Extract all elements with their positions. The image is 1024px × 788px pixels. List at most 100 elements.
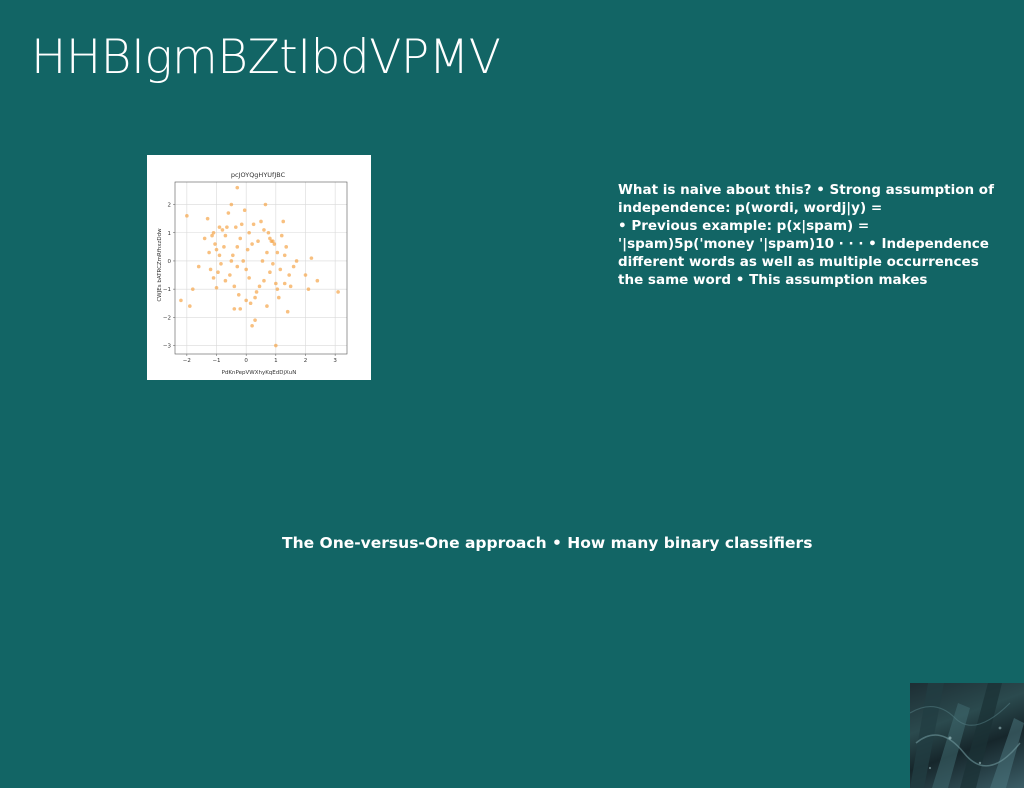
scatter-point (260, 259, 265, 263)
scatter-point (238, 236, 243, 241)
y-tick-label: −1 (163, 287, 171, 293)
scatter-point (188, 304, 192, 308)
scatter-point (265, 250, 269, 255)
scatter-point (278, 267, 283, 272)
scatter-point (211, 230, 216, 235)
scatter-point (235, 245, 240, 249)
scatter-point (265, 304, 269, 308)
scatter-point (259, 219, 263, 224)
scatter-point (232, 307, 237, 311)
scatter-point (214, 285, 219, 290)
scatter-point (196, 264, 201, 269)
scatter-point (288, 284, 293, 289)
scatter-point (303, 273, 308, 277)
body-text: What is naive about this? • Strong assum… (618, 181, 1020, 289)
scatter-point (274, 281, 278, 286)
scatter-point (216, 270, 220, 275)
scatter-point (281, 219, 286, 224)
scatter-point (242, 208, 247, 212)
scatter-point (275, 250, 280, 255)
scatter-point (274, 343, 278, 348)
scatter-point (336, 290, 340, 294)
scatter-point (179, 298, 183, 303)
scatter-point (236, 292, 241, 297)
scatter-point (306, 287, 311, 291)
scatter-point (284, 245, 289, 249)
scatter-point (291, 264, 296, 269)
scatter-point (213, 242, 217, 246)
scatter-point (239, 222, 244, 227)
scatter-point (271, 239, 275, 244)
scatter-point (263, 202, 268, 207)
scatter-point (247, 230, 251, 235)
scatter-point (217, 225, 222, 229)
foliage-photo-art (910, 683, 1024, 788)
scatter-point (207, 250, 211, 255)
scatter-point (214, 247, 219, 252)
scatter-point (220, 228, 225, 232)
x-tick-label: 3 (333, 358, 337, 364)
scatter-point (231, 253, 235, 258)
y-tick-label: 0 (168, 259, 172, 265)
y-tick-label: −3 (163, 344, 172, 350)
scatter-point (285, 309, 290, 314)
scatter-point (282, 253, 287, 258)
scatter-point (232, 284, 237, 289)
slide-caption: The One-versus-One approach • How many b… (282, 534, 813, 552)
scatter-point (235, 185, 240, 190)
scatter-point (226, 211, 231, 215)
scatter-point (282, 281, 287, 286)
scatter-point (241, 259, 246, 263)
body-line: independence: p(wordi, wordj|y) = (618, 200, 883, 216)
scatter-point (235, 264, 240, 269)
scatter-point (268, 270, 272, 275)
scatter-point (250, 324, 254, 328)
scatter-point (262, 278, 266, 283)
x-tick-label: 2 (304, 358, 308, 364)
scatter-point (253, 295, 257, 300)
scatter-point (205, 216, 210, 221)
scatter-point (228, 273, 232, 277)
scatter-point (219, 261, 223, 266)
scatter-point (262, 228, 266, 232)
chart-x-axis-label: PdKnPepVWXhyKqEdDjXuN (222, 370, 297, 376)
scatter-point (275, 287, 280, 291)
scatter-point (244, 298, 248, 303)
scatter-point (185, 214, 189, 218)
scatter-point (279, 233, 284, 238)
scatter-point (244, 267, 248, 272)
scatter-point (247, 276, 251, 280)
scatter-point (223, 278, 228, 283)
scatter-point (248, 301, 253, 306)
scatter-point (245, 247, 250, 252)
scatter-point (315, 278, 320, 283)
scatter-point (208, 267, 213, 272)
scatter-point (266, 230, 271, 235)
scatter-point (238, 307, 243, 311)
scatter-point (233, 225, 238, 229)
body-line: What is naive about this? • Strong assum… (618, 182, 994, 198)
scatter-point (202, 236, 207, 241)
y-tick-label: 1 (168, 231, 172, 237)
scatter-point (217, 253, 222, 258)
x-tick-label: 0 (244, 358, 248, 364)
foliage-photo (910, 683, 1024, 788)
scatter-point (257, 284, 262, 289)
body-line: different words as well as multiple occu… (618, 254, 979, 270)
scatter-point (268, 236, 272, 241)
scatter-point (256, 239, 260, 244)
x-tick-label: −1 (212, 358, 220, 364)
plot-frame (174, 181, 348, 355)
scatter-point (229, 202, 234, 207)
x-tick-label: 1 (274, 358, 278, 364)
scatter-point (294, 259, 299, 263)
scatter-point (276, 295, 281, 300)
scatter-point (250, 242, 254, 246)
scatter-chart: pcJOYQgHYUfJBC PdKnPepVWXhyKqEdDjXuN CWJ… (147, 155, 371, 380)
scatter-point (251, 222, 256, 227)
body-line: • Previous example: p(x|spam) = (618, 218, 870, 234)
y-tick-label: 2 (168, 203, 172, 209)
x-tick-label: −2 (183, 358, 191, 364)
body-line: the same word • This assumption makes (618, 272, 928, 288)
scatter-point (253, 318, 257, 322)
